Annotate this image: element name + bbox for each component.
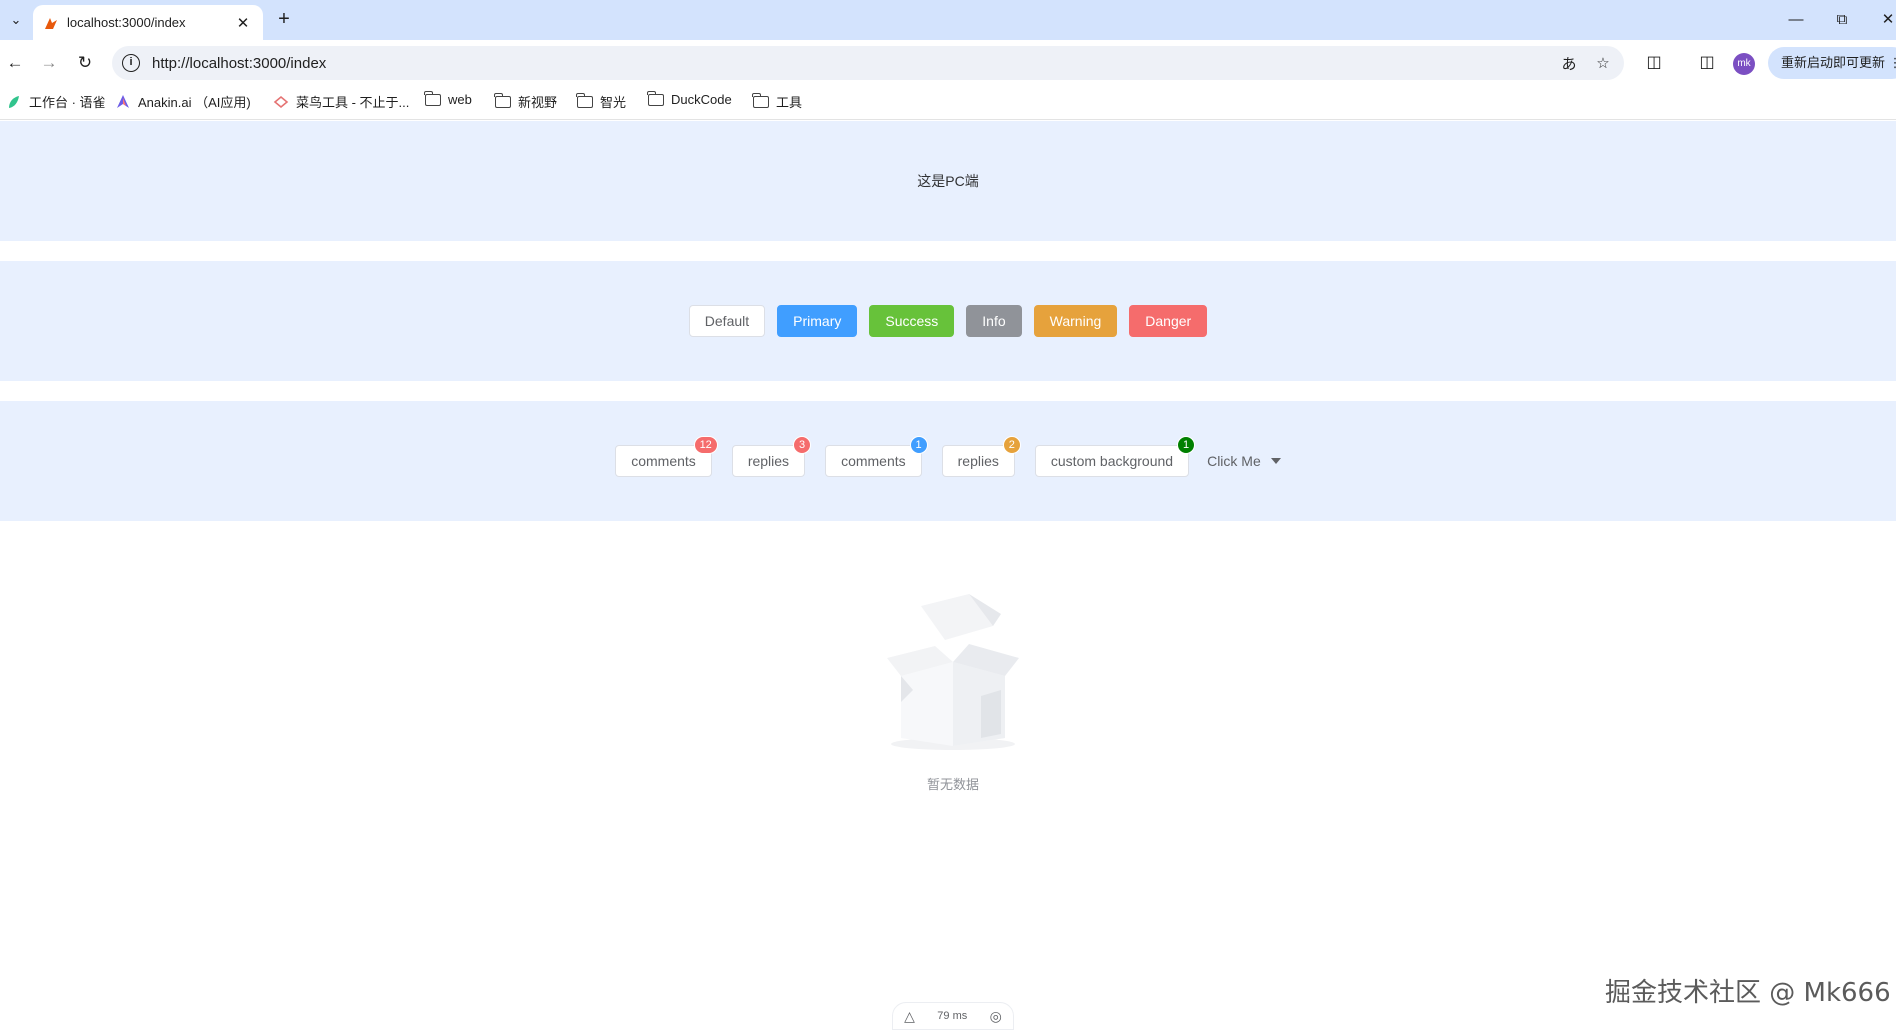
empty-state: 暂无数据	[848, 586, 1058, 801]
bookmark-label: Anakin.ai （AI应用)	[138, 95, 251, 110]
folder-icon	[576, 92, 593, 108]
dev-status-pill[interactable]: △ 79 ms ◎	[892, 1002, 1014, 1030]
bookmark-folder-web[interactable]: web	[424, 90, 472, 107]
browser-toolbar: ← → ↻ i http://localhost:3000/index あ ☆ …	[0, 40, 1896, 84]
badge-item-replies-warning: replies 2	[941, 436, 1021, 477]
badge-item-replies: replies 3	[731, 436, 812, 477]
bookmark-label: 新视野	[518, 95, 558, 110]
dropdown-label: Click Me	[1207, 453, 1261, 469]
bookmark-folder-zhiguang[interactable]: 智光	[576, 92, 627, 111]
caret-down-icon	[1270, 458, 1281, 464]
bookmark-runoob[interactable]: 菜鸟工具 - 不止于...	[273, 92, 409, 111]
empty-description: 暂无数据	[926, 777, 979, 792]
active-tab[interactable]: localhost:3000/index ✕	[33, 5, 263, 40]
tab-search-chevron-icon[interactable]: ⌄	[4, 8, 28, 32]
minimize-icon[interactable]: —	[1781, 8, 1811, 32]
primary-button[interactable]: Primary	[777, 305, 858, 337]
badges-section: comments 12 replies 3 comments 1 replies…	[0, 401, 1896, 521]
warning-button[interactable]: Warning	[1033, 305, 1118, 337]
translate-icon[interactable]: あ	[1556, 53, 1582, 74]
info-button[interactable]: Info	[966, 305, 1022, 337]
success-button[interactable]: Success	[869, 305, 955, 337]
pc-banner-section: 这是PC端	[0, 121, 1896, 241]
relaunch-update-button[interactable]: 重新启动即可更新 ⋮	[1768, 47, 1896, 79]
custom-background-button[interactable]: custom background	[1034, 445, 1190, 477]
bookmark-anakin[interactable]: Anakin.ai （AI应用)	[115, 92, 251, 111]
bookmark-label: 智光	[600, 95, 627, 110]
click-me-dropdown[interactable]: Click Me	[1207, 453, 1281, 469]
reload-icon[interactable]: ↻	[72, 50, 98, 76]
tab-strip: ⌄ localhost:3000/index ✕ + — ⧉ ✕	[0, 0, 1896, 40]
badge-item-comments: comments 12	[615, 436, 718, 477]
badge-count: 1	[1176, 436, 1196, 454]
nuxt-mountain-icon: △	[904, 1007, 915, 1024]
bookmark-yuque[interactable]: 工作台 · 语雀	[6, 92, 106, 111]
inspect-target-icon[interactable]: ◎	[990, 1008, 1002, 1025]
side-panel-icon[interactable]: ◫	[1694, 50, 1720, 76]
buttons-section: Default Primary Success Info Warning Dan…	[0, 261, 1896, 381]
bookmark-star-icon[interactable]: ☆	[1590, 54, 1616, 72]
restore-icon[interactable]: ⧉	[1827, 8, 1857, 32]
badge-item-custom-background: custom background 1	[1034, 436, 1196, 477]
bookmark-label: 工作台 · 语雀	[29, 95, 106, 110]
folder-icon	[752, 92, 769, 108]
address-bar[interactable]: i http://localhost:3000/index あ ☆	[112, 46, 1624, 80]
watermark: 掘金技术社区 @ Mk666	[1605, 978, 1891, 1008]
bookmarks-bar: 工作台 · 语雀 Anakin.ai （AI应用) 菜鸟工具 - 不止于... …	[0, 84, 1896, 120]
bookmark-folder-tools[interactable]: 工具	[752, 92, 803, 111]
badge-item-comments-primary: comments 1	[825, 436, 928, 477]
address-url[interactable]: http://localhost:3000/index	[152, 55, 1556, 72]
forward-arrow-icon[interactable]: →	[36, 50, 62, 76]
badge-count: 2	[1002, 436, 1021, 454]
badge-count: 12	[693, 436, 718, 454]
pc-text: 这是PC端	[917, 173, 979, 189]
folder-icon	[647, 90, 664, 106]
tab-close-icon[interactable]: ✕	[233, 14, 253, 32]
badge-row: comments 12 replies 3 comments 1 replies…	[615, 436, 1281, 477]
close-window-icon[interactable]: ✕	[1873, 8, 1896, 32]
bookmark-folder-xinshiye[interactable]: 新视野	[494, 92, 558, 111]
yuque-icon	[9, 95, 19, 108]
badge-count: 3	[792, 436, 812, 454]
back-arrow-icon[interactable]: ←	[2, 50, 28, 76]
bookmark-label: 菜鸟工具 - 不止于...	[296, 95, 410, 110]
button-row: Default Primary Success Info Warning Dan…	[688, 305, 1208, 337]
render-timing: 79 ms	[937, 1010, 968, 1022]
relaunch-update-label: 重新启动即可更新	[1781, 55, 1886, 70]
danger-button[interactable]: Danger	[1129, 305, 1208, 337]
extensions-puzzle-icon[interactable]: ◫	[1641, 50, 1667, 76]
bookmark-label: web	[448, 92, 472, 107]
bookmark-folder-duckcode[interactable]: DuckCode	[647, 90, 732, 107]
bookmark-label: 工具	[776, 95, 803, 110]
tab-title: localhost:3000/index	[67, 15, 186, 30]
tab-favicon-icon	[45, 17, 57, 29]
new-tab-plus-icon[interactable]: +	[272, 8, 296, 32]
profile-avatar[interactable]: mk	[1733, 53, 1755, 75]
comments-button[interactable]: comments	[825, 445, 922, 477]
site-info-icon[interactable]: i	[122, 54, 140, 72]
badge-count: 1	[909, 436, 928, 454]
folder-icon	[494, 92, 511, 108]
runoob-icon	[273, 95, 289, 108]
folder-icon	[424, 90, 441, 106]
empty-box-icon	[887, 594, 1019, 750]
bookmark-label: DuckCode	[671, 92, 732, 107]
anakin-icon	[117, 94, 129, 108]
default-button[interactable]: Default	[688, 305, 766, 337]
